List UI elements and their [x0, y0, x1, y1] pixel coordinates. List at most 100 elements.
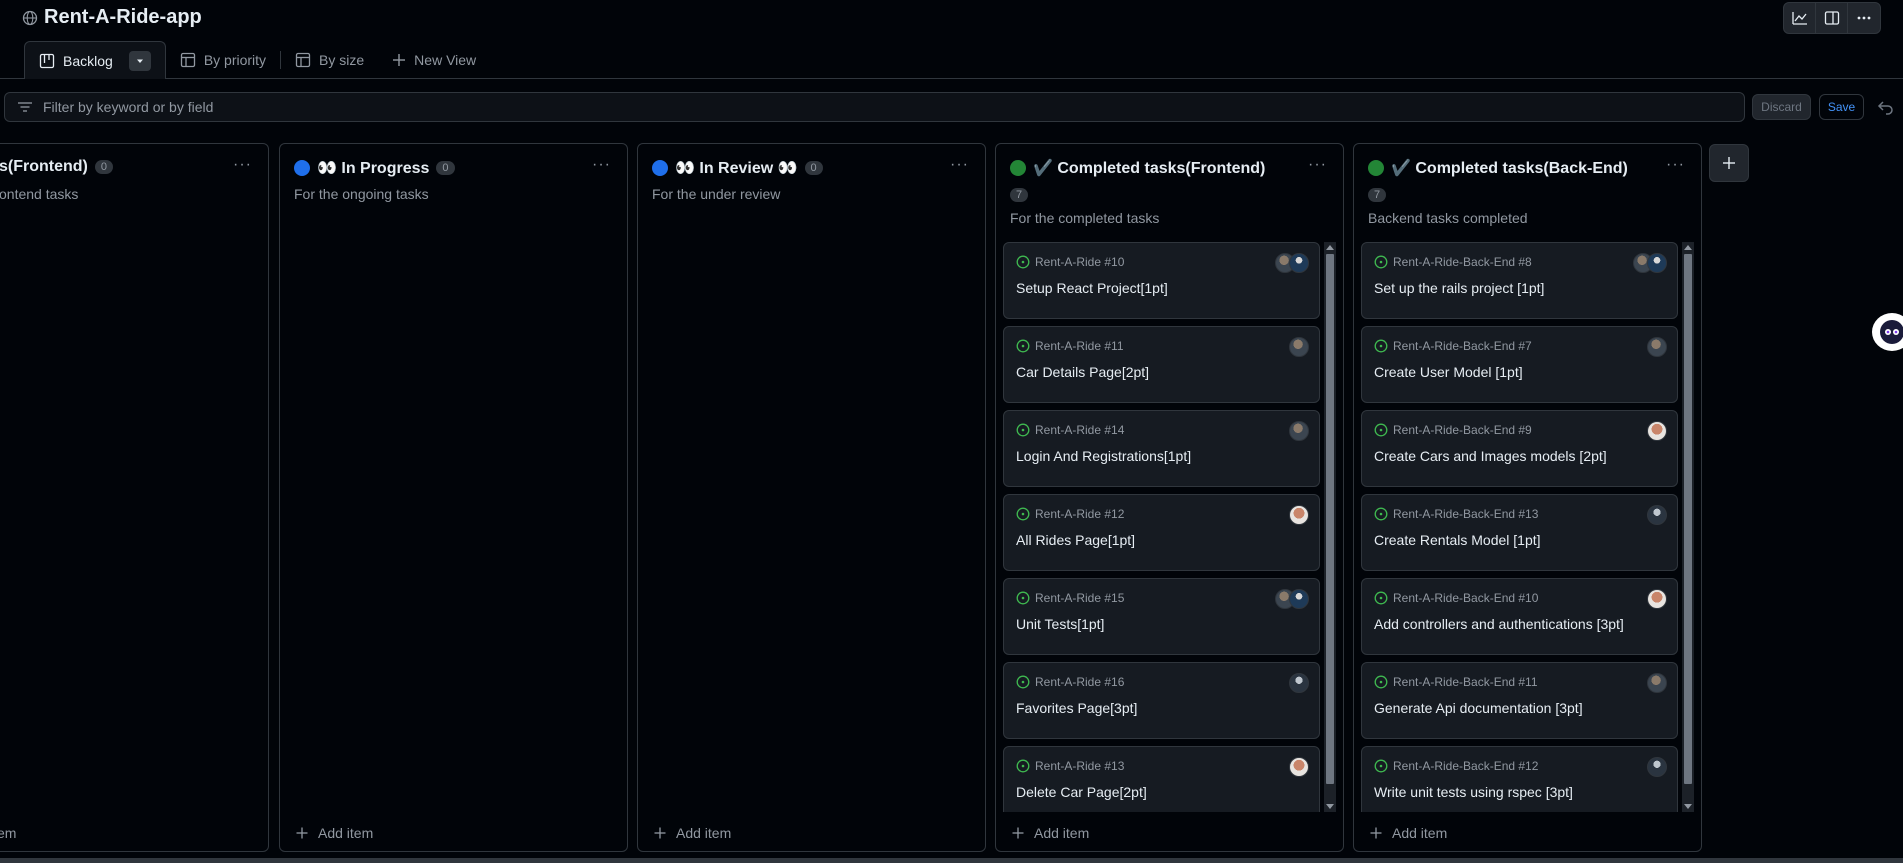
issue-card[interactable]: Rent-A-Ride #16 Favorites Page[3pt]	[1003, 662, 1320, 739]
issue-card[interactable]: Rent-A-Ride #11 Car Details Page[2pt]	[1003, 326, 1320, 403]
issue-title[interactable]: Write unit tests using rspec [3pt]	[1374, 784, 1573, 800]
issue-card[interactable]: Rent-A-Ride-Back-End #9 Create Cars and …	[1361, 410, 1678, 487]
more-options-button[interactable]	[1848, 3, 1880, 33]
add-item-button[interactable]: Add item	[1012, 825, 1089, 841]
issue-title[interactable]: Car Details Page[2pt]	[1016, 364, 1149, 380]
add-item-button[interactable]: Add item	[654, 825, 731, 841]
avatar[interactable]	[1647, 505, 1667, 525]
issue-card[interactable]: Rent-A-Ride-Back-End #7 Create User Mode…	[1361, 326, 1678, 403]
issue-card[interactable]: Rent-A-Ride #10 Setup React Project[1pt]	[1003, 242, 1320, 319]
avatar[interactable]	[1289, 589, 1309, 609]
item-count-badge: 7	[1368, 188, 1387, 202]
issue-card[interactable]: Rent-A-Ride-Back-End #12 Write unit test…	[1361, 746, 1678, 812]
column-menu-button[interactable]: ···	[1666, 156, 1685, 174]
scroll-down-arrow[interactable]	[1684, 804, 1692, 809]
issue-reference-text: Rent-A-Ride #10	[1035, 255, 1125, 269]
avatar[interactable]	[1647, 673, 1667, 693]
issue-title[interactable]: Favorites Page[3pt]	[1016, 700, 1137, 716]
issue-open-icon	[1016, 591, 1030, 605]
plus-icon	[393, 54, 406, 66]
issue-title[interactable]: Delete Car Page[2pt]	[1016, 784, 1147, 800]
issue-title[interactable]: Add controllers and authentications [3pt…	[1374, 616, 1624, 632]
issue-title[interactable]: Login And Registrations[1pt]	[1016, 448, 1191, 464]
issue-title[interactable]: Create User Model [1pt]	[1374, 364, 1523, 380]
avatar[interactable]	[1647, 757, 1667, 777]
issue-reference-text: Rent-A-Ride-Back-End #12	[1393, 759, 1539, 773]
add-item-button[interactable]: Add item	[1370, 825, 1447, 841]
add-column-button[interactable]	[1709, 144, 1749, 182]
issue-reference: Rent-A-Ride #10	[1016, 255, 1124, 269]
tab-backlog[interactable]: Backlog	[24, 41, 166, 79]
top-actions	[1783, 2, 1881, 34]
add-item-label: Add item	[1392, 825, 1448, 841]
issue-card[interactable]: Rent-A-Ride-Back-End #10 Add controllers…	[1361, 578, 1678, 655]
new-view-button[interactable]: New View	[378, 41, 490, 79]
issue-reference-text: Rent-A-Ride #12	[1035, 507, 1125, 521]
table-icon	[180, 52, 195, 68]
save-button[interactable]: Save	[1819, 94, 1864, 120]
issue-reference: Rent-A-Ride #12	[1016, 507, 1124, 521]
issue-reference: Rent-A-Ride #11	[1016, 339, 1124, 353]
issue-title[interactable]: Setup React Project[1pt]	[1016, 280, 1168, 296]
avatar[interactable]	[1289, 757, 1309, 777]
kebab-horizontal-icon	[1857, 16, 1871, 20]
issue-open-icon	[1374, 507, 1388, 521]
project-header: Rent-A-Ride-app Backlog By priority By s…	[0, 0, 1903, 79]
discard-button[interactable]: Discard	[1752, 94, 1811, 120]
undo-icon[interactable]	[1876, 97, 1896, 117]
column-menu-button[interactable]: ···	[592, 156, 611, 174]
scroll-up-arrow[interactable]	[1326, 245, 1334, 250]
issue-title[interactable]: Unit Tests[1pt]	[1016, 616, 1104, 632]
scroll-down-arrow[interactable]	[1326, 804, 1334, 809]
add-item-button[interactable]: Add item	[296, 825, 373, 841]
issue-title[interactable]: Set up the rails project [1pt]	[1374, 280, 1544, 296]
column-menu-button[interactable]: ···	[950, 156, 969, 174]
view-options-button[interactable]	[128, 50, 151, 71]
avatar[interactable]	[1647, 589, 1667, 609]
avatar[interactable]	[1289, 253, 1309, 273]
insights-button[interactable]	[1784, 3, 1816, 33]
issue-card[interactable]: Rent-A-Ride-Back-End #8 Set up the rails…	[1361, 242, 1678, 319]
scroll-up-arrow[interactable]	[1684, 245, 1692, 250]
avatar[interactable]	[1289, 421, 1309, 441]
issue-reference: Rent-A-Ride-Back-End #12	[1374, 759, 1538, 773]
issue-title[interactable]: Generate Api documentation [3pt]	[1374, 700, 1583, 716]
filter-input[interactable]	[43, 99, 1643, 115]
issue-title[interactable]: Create Rentals Model [1pt]	[1374, 532, 1541, 548]
avatar[interactable]	[1289, 337, 1309, 357]
column-header: ✔️ Completed tasks(Frontend)	[1010, 158, 1265, 178]
tab-label: By priority	[203, 52, 267, 68]
scrollbar-thumb[interactable]	[1684, 254, 1692, 784]
avatar[interactable]	[1289, 673, 1309, 693]
issue-card[interactable]: Rent-A-Ride #12 All Rides Page[1pt]	[1003, 494, 1320, 571]
column-menu-button[interactable]: ···	[233, 156, 252, 174]
avatar[interactable]	[1647, 337, 1667, 357]
issue-card[interactable]: Rent-A-Ride #13 Delete Car Page[2pt]	[1003, 746, 1320, 812]
scrollbar[interactable]	[1324, 242, 1336, 812]
issue-card[interactable]: Rent-A-Ride #15 Unit Tests[1pt]	[1003, 578, 1320, 655]
issue-open-icon	[1374, 759, 1388, 773]
issue-title[interactable]: All Rides Page[1pt]	[1016, 532, 1135, 548]
issue-card[interactable]: Rent-A-Ride #14 Login And Registrations[…	[1003, 410, 1320, 487]
tab-by-size[interactable]: By size	[281, 41, 378, 79]
avatar[interactable]	[1647, 253, 1667, 273]
plus-icon	[296, 827, 308, 839]
issue-open-icon	[1374, 423, 1388, 437]
tab-by-priority[interactable]: By priority	[166, 41, 280, 79]
issue-card[interactable]: Rent-A-Ride-Back-End #13 Create Rentals …	[1361, 494, 1678, 571]
column-title: ✔️ Completed tasks(Frontend)	[1033, 160, 1266, 177]
status-dot	[294, 160, 310, 176]
side-panel-button[interactable]	[1816, 3, 1848, 33]
issue-title[interactable]: Create Cars and Images models [2pt]	[1374, 448, 1607, 464]
scrollbar-thumb[interactable]	[1326, 254, 1334, 784]
scrollbar[interactable]	[1682, 242, 1694, 812]
avatar[interactable]	[1289, 505, 1309, 525]
issue-card[interactable]: Rent-A-Ride-Back-End #11 Generate Api do…	[1361, 662, 1678, 739]
column-menu-button[interactable]: ···	[1308, 156, 1327, 174]
column-title: s(Frontend)	[0, 158, 88, 175]
issue-reference-text: Rent-A-Ride-Back-End #8	[1393, 255, 1532, 269]
add-item-button[interactable]: em	[0, 825, 16, 841]
assistant-bubble[interactable]	[1872, 313, 1903, 351]
board-column: ✔️ Completed tasks(Frontend) ··· 7 For t…	[995, 143, 1344, 852]
avatar[interactable]	[1647, 421, 1667, 441]
